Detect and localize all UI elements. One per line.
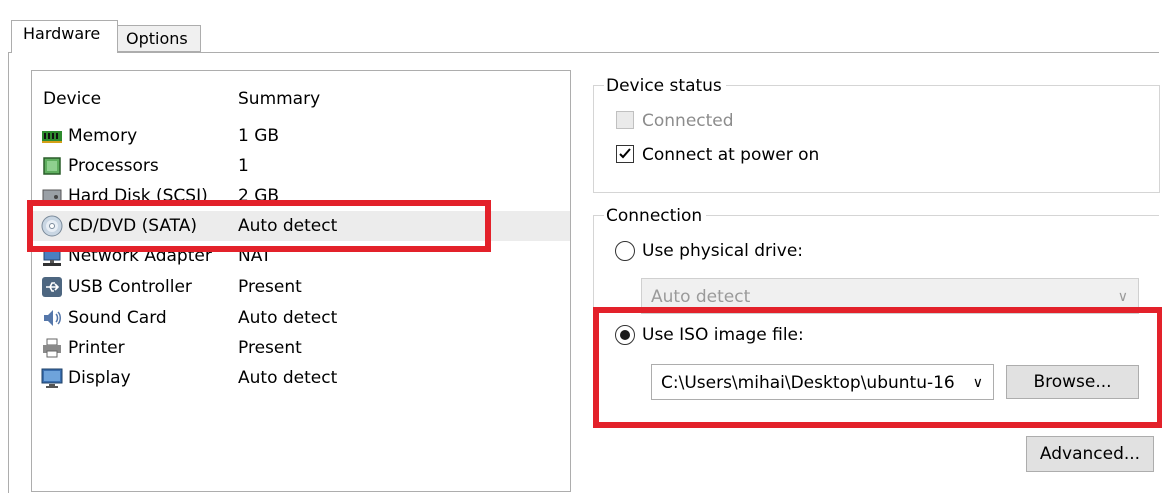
device-row-display[interactable]: Display Auto detect — [32, 363, 570, 393]
sound-card-icon — [44, 310, 61, 326]
device-summary: Auto detect — [238, 216, 338, 236]
advanced-button[interactable]: Advanced... — [1026, 436, 1154, 472]
device-summary: Auto detect — [238, 308, 338, 328]
use-iso-image-label: Use ISO image file: — [642, 325, 804, 345]
device-name: CD/DVD (SATA) — [68, 216, 197, 236]
connected-checkbox[interactable] — [616, 111, 634, 129]
printer-icon — [43, 338, 61, 358]
device-name: Processors — [68, 156, 159, 176]
device-name: Display — [68, 368, 131, 388]
device-name: Memory — [68, 126, 138, 146]
physical-drive-select[interactable]: Auto detect ∨ — [641, 278, 1139, 314]
cd-dvd-icon — [41, 215, 63, 237]
connect-at-power-on-checkbox[interactable] — [616, 145, 634, 163]
device-row-cd-dvd[interactable]: CD/DVD (SATA) Auto detect — [32, 211, 570, 241]
device-name: Printer — [68, 338, 125, 358]
display-icon — [41, 368, 63, 388]
device-status-title: Device status — [604, 76, 726, 96]
processor-icon — [43, 157, 61, 175]
connect-at-power-on-label: Connect at power on — [642, 145, 820, 165]
tab-options[interactable]: Options — [118, 25, 201, 52]
browse-button[interactable]: Browse... — [1006, 365, 1139, 399]
column-header-device[interactable]: Device — [43, 89, 101, 109]
device-row-usb-controller[interactable]: USB Controller Present — [32, 272, 570, 302]
device-name: Hard Disk (SCSI) — [68, 186, 208, 203]
device-summary: Present — [238, 338, 302, 358]
iso-image-path-value: C:\Users\mihai\Desktop\ubuntu-16 — [661, 373, 955, 393]
use-iso-image-radio[interactable] — [615, 325, 635, 345]
device-summary: NAT — [238, 246, 272, 266]
device-summary: 1 GB — [238, 126, 280, 146]
device-row-network-adapter[interactable]: Network Adapter NAT — [32, 245, 570, 271]
physical-drive-value: Auto detect — [651, 287, 751, 307]
device-summary: Present — [238, 277, 302, 297]
device-name: USB Controller — [68, 277, 192, 297]
iso-image-path-input[interactable]: C:\Users\mihai\Desktop\ubuntu-16 ∨ — [651, 364, 994, 400]
device-row-sound-card[interactable]: Sound Card Auto detect — [32, 303, 570, 333]
memory-icon — [42, 131, 62, 143]
device-row-printer[interactable]: Printer Present — [32, 333, 570, 363]
device-summary: 2 GB — [238, 186, 280, 203]
device-summary: Auto detect — [238, 368, 338, 388]
device-row-hard-disk[interactable]: Hard Disk (SCSI) 2 GB — [32, 181, 570, 203]
device-list[interactable]: Device Summary Memory 1 GB Processors 1 … — [31, 70, 571, 492]
chevron-down-icon: ∨ — [1117, 289, 1128, 305]
device-row-processors[interactable]: Processors 1 — [32, 151, 570, 181]
device-list-header: Device Summary — [32, 71, 570, 121]
hard-disk-icon — [42, 189, 62, 203]
device-summary: 1 — [238, 156, 249, 176]
connected-label: Connected — [642, 111, 734, 131]
device-name: Network Adapter — [68, 246, 212, 266]
chevron-down-icon[interactable]: ∨ — [969, 374, 983, 392]
device-name: Sound Card — [68, 308, 167, 328]
usb-icon — [42, 277, 62, 297]
use-physical-drive-label: Use physical drive: — [642, 241, 804, 261]
use-physical-drive-radio[interactable] — [615, 241, 635, 261]
device-row-memory[interactable]: Memory 1 GB — [32, 121, 570, 151]
network-adapter-icon — [43, 248, 61, 266]
checkmark-icon — [619, 148, 631, 159]
device-status-group — [593, 85, 1160, 193]
tab-hardware[interactable]: Hardware — [11, 20, 118, 53]
column-header-summary[interactable]: Summary — [238, 89, 320, 109]
connection-title: Connection — [604, 206, 707, 226]
